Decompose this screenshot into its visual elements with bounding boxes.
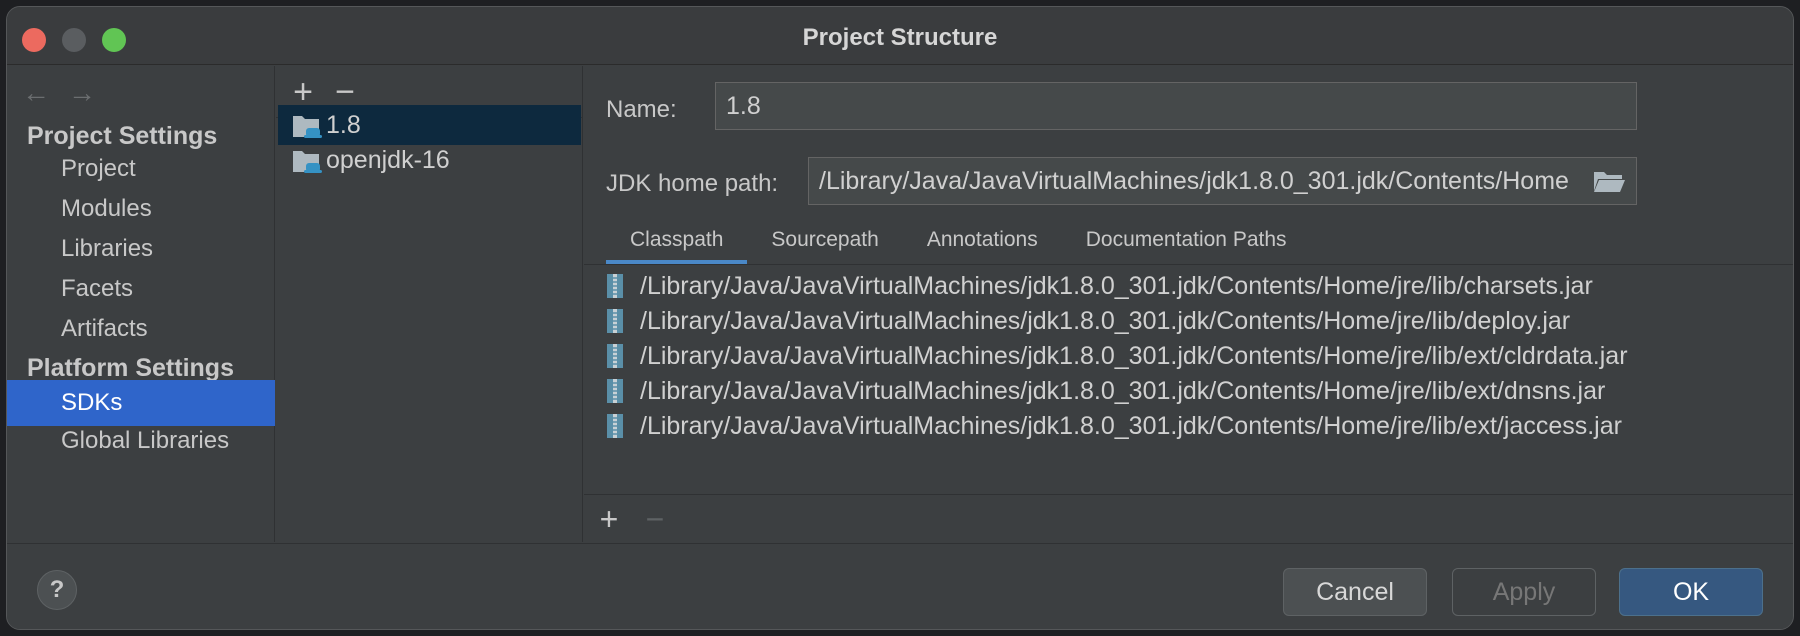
window-title: Project Structure [802, 24, 998, 51]
tab-annotations[interactable]: Annotations [903, 216, 1062, 264]
sdk-list-panel: + − 1.8 openjdk-16 [276, 66, 583, 542]
dialog-footer: ? Cancel Apply OK [7, 543, 1793, 629]
ok-button[interactable]: OK [1619, 568, 1763, 616]
title-bar: Project Structure [7, 7, 1793, 65]
sdk-item-label: openjdk-16 [326, 146, 450, 174]
jdk-folder-icon [293, 151, 322, 173]
tab-documentation-paths[interactable]: Documentation Paths [1062, 216, 1311, 264]
list-item[interactable]: /Library/Java/JavaVirtualMachines/jdk1.8… [584, 336, 1793, 376]
back-arrow-icon[interactable]: ← [21, 78, 51, 108]
classpath-entry: /Library/Java/JavaVirtualMachines/jdk1.8… [640, 272, 1593, 300]
jdk-home-label: JDK home path: [606, 170, 779, 197]
help-button[interactable]: ? [37, 570, 77, 610]
tab-sourcepath[interactable]: Sourcepath [747, 216, 902, 264]
add-classpath-button[interactable]: + [592, 499, 626, 539]
nav-arrows: ← → [21, 78, 97, 108]
cancel-button[interactable]: Cancel [1283, 568, 1427, 616]
classpath-list[interactable]: /Library/Java/JavaVirtualMachines/jdk1.8… [584, 266, 1793, 494]
tab-classpath[interactable]: Classpath [606, 216, 748, 264]
jar-archive-icon [607, 309, 623, 333]
jdk-folder-icon [293, 116, 322, 138]
path-tabs: Classpath Sourcepath Annotations Documen… [606, 216, 1311, 264]
folder-open-icon[interactable] [1592, 168, 1626, 194]
sdk-item-1-8[interactable]: 1.8 [278, 105, 581, 145]
classpath-entry: /Library/Java/JavaVirtualMachines/jdk1.8… [640, 307, 1571, 335]
list-item[interactable]: /Library/Java/JavaVirtualMachines/jdk1.8… [584, 406, 1793, 446]
list-item[interactable]: /Library/Java/JavaVirtualMachines/jdk1.8… [584, 301, 1793, 341]
sdk-details-form: Name: 1.8 JDK home path: /Library/Java/J… [584, 66, 1793, 542]
tab-divider [584, 264, 1793, 265]
list-item[interactable]: /Library/Java/JavaVirtualMachines/jdk1.8… [584, 266, 1793, 306]
classpath-entry: /Library/Java/JavaVirtualMachines/jdk1.8… [640, 412, 1622, 440]
sdk-item-openjdk-16[interactable]: openjdk-16 [278, 140, 581, 180]
classpath-entry: /Library/Java/JavaVirtualMachines/jdk1.8… [640, 377, 1606, 405]
forward-arrow-icon[interactable]: → [67, 78, 97, 108]
nav-item-global-libraries[interactable]: Global Libraries [7, 418, 275, 464]
jdk-home-field[interactable]: /Library/Java/JavaVirtualMachines/jdk1.8… [808, 157, 1637, 205]
list-item[interactable]: /Library/Java/JavaVirtualMachines/jdk1.8… [584, 371, 1793, 411]
platform-settings-heading: Platform Settings [27, 354, 234, 382]
sdk-item-label: 1.8 [326, 111, 361, 139]
remove-classpath-button[interactable]: − [638, 499, 672, 539]
settings-nav: ← → Project Settings Project Modules Lib… [7, 66, 275, 542]
jar-archive-icon [607, 274, 623, 298]
classpath-toolbar: + − [584, 494, 1793, 542]
jar-archive-icon [607, 379, 623, 403]
nav-item-artifacts[interactable]: Artifacts [7, 306, 275, 352]
jar-archive-icon [607, 414, 623, 438]
classpath-entry: /Library/Java/JavaVirtualMachines/jdk1.8… [640, 342, 1628, 370]
name-field[interactable]: 1.8 [715, 82, 1637, 130]
apply-button[interactable]: Apply [1452, 568, 1596, 616]
jdk-home-value: /Library/Java/JavaVirtualMachines/jdk1.8… [819, 167, 1569, 195]
name-label: Name: [606, 96, 677, 123]
project-structure-dialog: Project Structure ← → Project Settings P… [6, 6, 1794, 630]
jar-archive-icon [607, 344, 623, 368]
